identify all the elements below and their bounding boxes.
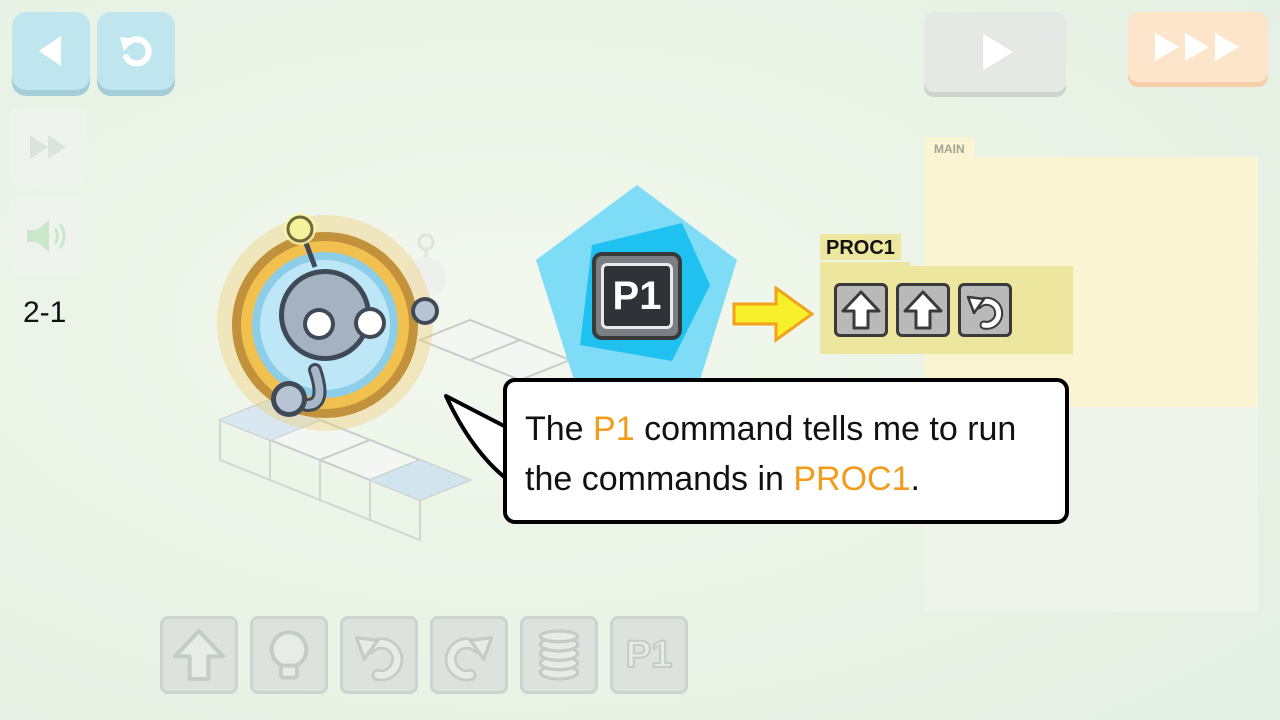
tool-light[interactable]: [250, 616, 328, 694]
sound-button[interactable]: [9, 197, 87, 275]
p1-command-icon: P1: [592, 252, 682, 340]
fast-forward-button[interactable]: [1128, 12, 1268, 82]
lightbulb-icon: [269, 630, 309, 680]
proc-cmd-forward-1: [834, 283, 888, 337]
play-icon: [983, 34, 1013, 70]
tool-jump[interactable]: [520, 616, 598, 694]
play-button[interactable]: [924, 12, 1066, 92]
forward-arrow-icon: [841, 290, 881, 330]
yellow-arrow-icon: [732, 285, 815, 343]
message-text: The: [525, 410, 594, 448]
message-text: .: [910, 460, 920, 498]
reset-icon: [120, 36, 152, 67]
message-highlight-p1: P1: [593, 410, 635, 448]
proc1-label: PROC1: [820, 234, 901, 260]
tool-forward[interactable]: [160, 616, 238, 694]
tutorial-speech-bubble: The P1 command tells me to run the comma…: [503, 378, 1069, 524]
sound-icon: [27, 220, 66, 252]
fast-forward-triple-icon: [1155, 33, 1239, 61]
back-arrow-icon: [39, 36, 61, 66]
turn-left-icon: [966, 295, 1004, 330]
level-label: 2-1: [23, 296, 67, 329]
turn-left-icon: [354, 636, 404, 682]
p1-icon: P1: [625, 633, 674, 677]
forward-arrow-icon: [903, 290, 943, 330]
reset-button[interactable]: [97, 12, 175, 90]
speed-button[interactable]: [9, 108, 87, 186]
turn-right-icon: [444, 636, 494, 682]
proc-cmd-forward-2: [896, 283, 950, 337]
robot-portrait: [217, 213, 439, 431]
tool-turn-right[interactable]: [430, 616, 508, 694]
proc-cmd-turn-left: [958, 283, 1012, 337]
jump-spring-icon: [538, 629, 580, 681]
p1-command-label: P1: [612, 273, 662, 318]
back-button[interactable]: [12, 12, 90, 90]
command-toolbox: P1: [160, 616, 688, 694]
message-highlight-proc1: PROC1: [793, 460, 911, 498]
tool-p1[interactable]: P1: [610, 616, 688, 694]
proc1-commands: [820, 266, 1073, 354]
forward-arrow-icon: [173, 629, 225, 681]
speed-icon: [30, 135, 66, 159]
tool-turn-left[interactable]: [340, 616, 418, 694]
